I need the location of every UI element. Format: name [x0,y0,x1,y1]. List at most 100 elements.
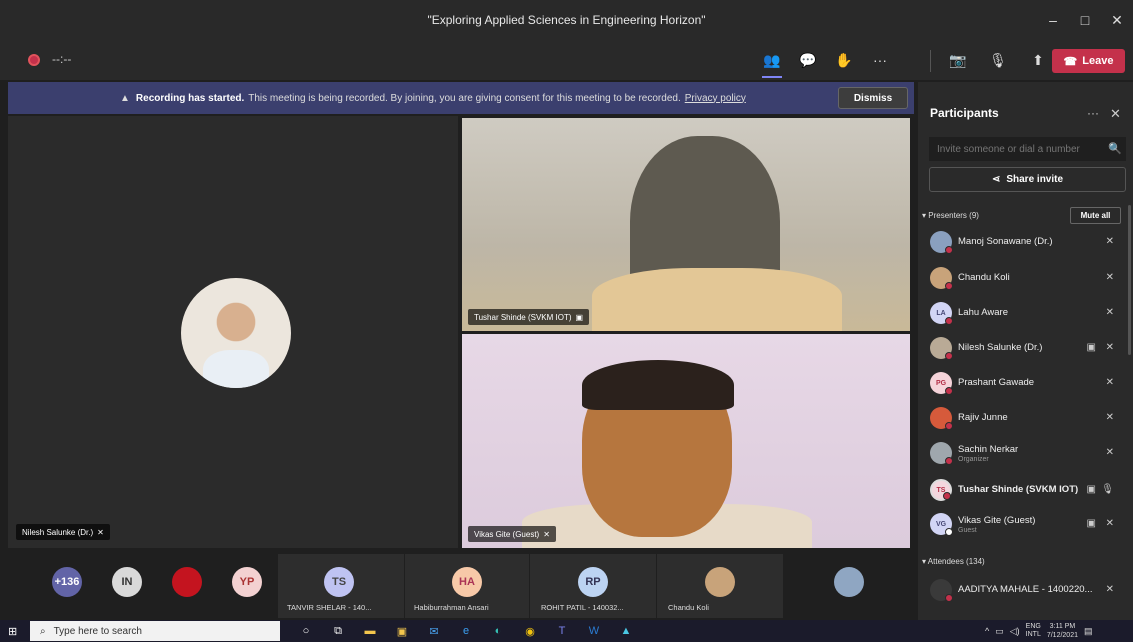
close-window-button[interactable]: ✕ [1101,12,1133,29]
mute-all-button[interactable]: Mute all [1070,207,1121,224]
volume-icon[interactable]: ◁) [1010,626,1020,637]
participant-row[interactable]: Sachin Nerkar Organizer ✕ [922,437,1122,471]
participant-avatar-in[interactable]: IN [112,567,142,597]
strip-label-ha: Habiburrahman Ansari [414,603,489,612]
tile-name: Nilesh Salunke (Dr.) [22,527,94,537]
teams-icon[interactable]: T [552,622,572,640]
panel-scrollbar[interactable] [1128,205,1131,355]
file-explorer-icon[interactable]: ▬ [360,622,380,640]
status-dot [945,246,953,254]
windows-start-icon[interactable]: ⊞ [8,625,17,638]
participant-row[interactable]: Rajiv Junne ✕ [922,402,1122,436]
teams-meeting-window: "Exploring Applied Sciences in Engineeri… [0,0,1133,642]
meeting-toolbar: --:-- 👥 💬 ✋ ··· 📷 🎙 ⬆ [0,40,1133,80]
participant-row[interactable]: VG Vikas Gite (Guest) Guest ▣ ✕ [922,508,1122,542]
share-icon: ⋖ [991,174,1001,185]
presenters-label: Presenters (9) [928,211,979,220]
share-invite-label: Share invite [1006,174,1064,185]
minimize-button[interactable]: – [1037,12,1069,28]
participant-name: AADITYA MAHALE - 1400220... [958,584,1093,595]
mic-off-icon[interactable]: 🎙 [985,48,1011,72]
clock-date: 7/12/2021 [1046,632,1078,639]
participant-avatar-photo[interactable] [834,567,864,597]
panel-title: Participants [930,106,999,120]
participant-name: Vikas Gite (Guest) [958,515,1036,526]
chat-icon[interactable]: 💬 [795,48,821,72]
notifications-icon[interactable]: ▤ [1084,626,1093,637]
banner-text: This meeting is being recorded. By joini… [248,92,681,104]
more-actions-icon[interactable]: ··· [867,48,893,72]
panel-more-icon[interactable]: ··· [1087,106,1099,120]
phone-hangup-icon: ☎ [1063,55,1078,68]
share-screen-icon[interactable]: ⬆ [1025,48,1051,72]
participant-avatar [930,442,953,465]
participant-avatar [930,337,953,360]
participant-row[interactable]: Manoj Sonawane (Dr.) ✕ [922,226,1122,260]
edge-icon[interactable]: ◐ [488,622,508,640]
participant-row[interactable]: TS Tushar Shinde (SVKM IOT) ▣ 🎙 [922,474,1122,508]
task-view-icon[interactable]: ⧉ [328,622,348,640]
search-icon[interactable]: 🔍 [1108,142,1122,155]
participant-row[interactable]: PG Prashant Gawade ✕ [922,367,1122,401]
participant-avatar [930,231,953,254]
presenter-icon: ▣ [575,312,584,322]
dismiss-button[interactable]: Dismiss [838,87,908,109]
presenter-icon: ▣ [1086,518,1096,529]
leave-button[interactable]: ☎ Leave [1052,49,1125,73]
avatar-initials: LA [936,309,946,317]
title-bar: "Exploring Applied Sciences in Engineeri… [0,0,1133,40]
toolbar-divider [930,50,931,72]
participant-row[interactable]: LA Lahu Aware ✕ [922,297,1122,331]
participant-avatar [930,267,953,290]
raise-hand-icon[interactable]: ✋ [831,48,857,72]
avatar-initials: VG [935,520,947,528]
mic-off-icon: ✕ [1105,342,1114,353]
cortana-icon[interactable]: ○ [296,622,316,640]
chrome-icon[interactable]: ◉ [520,622,540,640]
photos-icon[interactable]: ▲ [616,622,636,640]
window-controls: – □ ✕ [1037,0,1133,40]
taskbar-search-box[interactable]: ⌕ Type here to search [30,621,280,641]
status-dot [945,352,953,360]
tray-chevron-icon[interactable]: ^ [985,626,989,636]
mic-off-icon: ✕ [1105,236,1114,247]
maximize-button[interactable]: □ [1069,12,1101,28]
participant-name: Nilesh Salunke (Dr.) [958,342,1043,353]
clock[interactable]: 3:11 PM 7/12/2021 [1047,622,1078,640]
participant-avatar-photo [705,567,735,597]
window-title: "Exploring Applied Sciences in Engineeri… [427,13,706,27]
tile-name-tag: Vikas Gite (Guest) ✕ [468,526,556,542]
edge-legacy-icon[interactable]: e [456,622,476,640]
participant-avatar-ha: HA [452,567,482,597]
word-icon[interactable]: W [584,622,604,640]
overflow-participants-button[interactable]: +136 [52,567,82,597]
invite-input[interactable] [929,137,1126,161]
participant-row[interactable]: Chandu Koli ✕ [922,262,1122,296]
participants-icon[interactable]: 👥 [759,48,785,78]
participant-avatar: TS [930,479,952,501]
camera-off-icon[interactable]: 📷 [945,48,971,72]
presenters-section-toggle[interactable]: ▾ Presenters (9) [922,211,979,220]
participant-row[interactable]: Nilesh Salunke (Dr.) ▣ ✕ [922,332,1122,366]
meeting-timer: --:-- [52,52,72,66]
language-indicator[interactable]: ENG INTL [1026,623,1041,639]
attendees-section-toggle[interactable]: ▾ Attendees (134) [922,557,985,566]
clock-time: 3:11 PM [1049,623,1076,630]
store-icon[interactable]: ▣ [392,622,412,640]
video-tile-top-right[interactable]: Tushar Shinde (SVKM IOT) ▣ [462,118,910,331]
mail-icon[interactable]: ✉ [424,622,444,640]
recording-indicator-icon [28,54,40,66]
participant-avatar-red[interactable] [172,567,202,597]
participant-avatar-yp[interactable]: YP [232,567,262,597]
network-icon[interactable]: ▭ [995,626,1004,637]
tile-name: Vikas Gite (Guest) [474,529,540,539]
privacy-policy-link[interactable]: Privacy policy [685,93,746,104]
share-invite-button[interactable]: ⋖ Share invite [929,167,1126,192]
status-dot [945,528,953,536]
panel-close-icon[interactable]: ✕ [1110,106,1121,122]
video-tile-main[interactable]: Nilesh Salunke (Dr.) ✕ [8,116,458,548]
participant-row[interactable]: AADITYA MAHALE - 1400220... ✕ [922,574,1122,608]
participant-avatar-ts: TS [324,567,354,597]
video-tile-bottom-right[interactable]: Vikas Gite (Guest) ✕ [462,334,910,548]
system-tray: ^ ▭ ◁) ENG INTL 3:11 PM 7/12/2021 ▤ [985,622,1093,640]
